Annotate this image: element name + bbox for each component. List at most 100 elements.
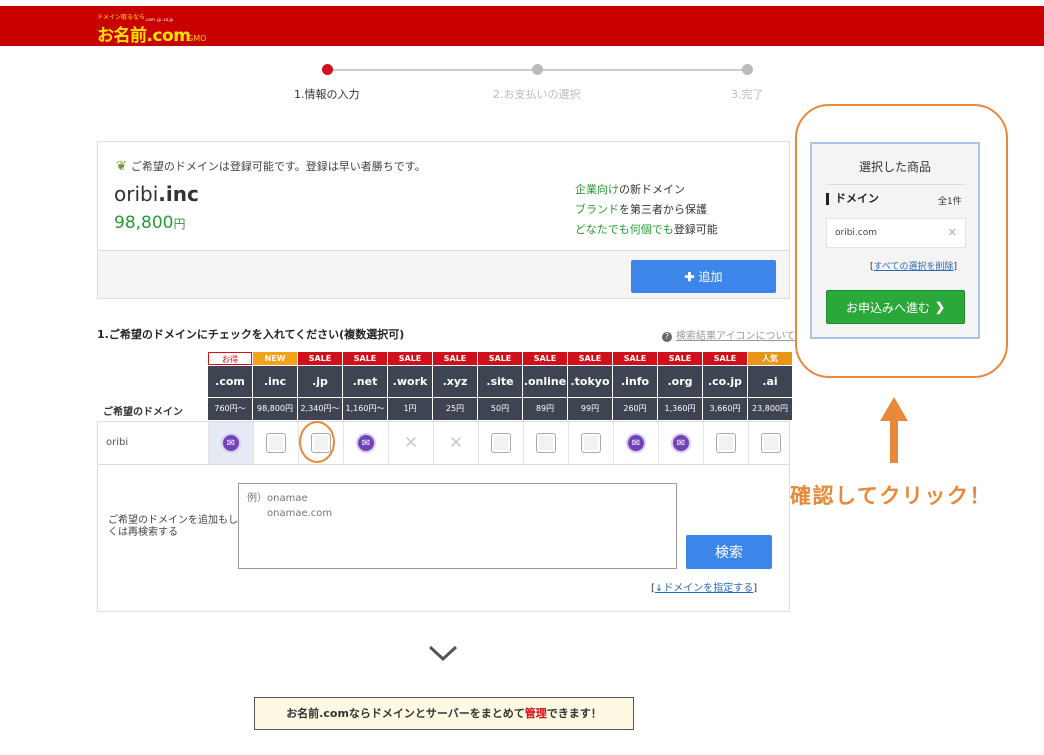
feature-item: ブランドを第三者から保護 bbox=[575, 200, 718, 220]
mail-icon[interactable]: ✉ bbox=[671, 433, 691, 453]
feature-highlight: 企業向け bbox=[575, 183, 619, 196]
feature-text: の新ドメイン bbox=[619, 183, 685, 196]
leaf-icon: ❦ bbox=[116, 159, 127, 174]
tld-header: .com bbox=[208, 366, 252, 397]
tld-header: .online bbox=[523, 366, 567, 397]
tld-price: 1,360円 bbox=[658, 398, 702, 420]
proceed-button[interactable]: お申込みへ進む ❯ bbox=[826, 290, 965, 324]
tld-price: 2,340円～ bbox=[298, 398, 342, 420]
tld-price: 89円 bbox=[523, 398, 567, 420]
search-button[interactable]: 検索 bbox=[686, 535, 772, 569]
domain-checkbox[interactable] bbox=[761, 433, 781, 453]
unavailable-icon: ✕ bbox=[448, 433, 464, 453]
chevron-down-icon[interactable] bbox=[428, 644, 458, 662]
search-result-card: ❦ ご希望のドメインは登録可能です。登録は早い者勝ちです。 oribi.inc 9… bbox=[97, 141, 790, 299]
add-button[interactable]: ✚ 追加 bbox=[631, 260, 776, 293]
step-1-label: 1.情報の入力 bbox=[294, 88, 360, 101]
domain-cell bbox=[253, 422, 298, 464]
tld-header: .jp bbox=[298, 366, 342, 397]
clear-selection-text[interactable]: すべての選択を削除 bbox=[874, 262, 954, 272]
domain-checkbox[interactable] bbox=[266, 433, 286, 453]
feature-highlight: ブランド bbox=[575, 203, 619, 216]
domain-cell: ✉ bbox=[613, 422, 658, 464]
price-unit: 円 bbox=[173, 217, 186, 231]
re-search-panel: ご希望のドメインを追加もしくは再検索する 検索 [↓ドメインを指定する] bbox=[97, 465, 790, 612]
step-2-dot bbox=[532, 64, 543, 75]
availability-message: ❦ ご希望のドメインは登録可能です。登録は早い者勝ちです。 bbox=[116, 158, 426, 174]
tld-price: 260円 bbox=[613, 398, 657, 420]
logo-gmo: GMO bbox=[187, 34, 207, 43]
domain-checkbox[interactable] bbox=[581, 433, 601, 453]
domain-cell bbox=[703, 422, 748, 464]
row-domain-name: oribi bbox=[106, 437, 129, 448]
banner-text: お名前.comならドメインとサーバーをまとめて bbox=[286, 707, 525, 720]
tld-badge: 人気 bbox=[748, 352, 792, 365]
tld-badge: SALE bbox=[703, 352, 747, 365]
banner-highlight: 管理 bbox=[524, 707, 547, 720]
annotation-text: 確認してクリック！ bbox=[790, 484, 992, 508]
clear-selection-link[interactable]: [すべての選択を削除] bbox=[870, 259, 957, 272]
specify-domain-link[interactable]: [↓ドメインを指定する] bbox=[651, 579, 757, 594]
tld-header: .org bbox=[658, 366, 702, 397]
tld-header: .inc bbox=[253, 366, 297, 397]
domain-cell: ✉ bbox=[343, 422, 388, 464]
section-title: 1.ご希望のドメインにチェックを入れてください(複数選択可) bbox=[97, 328, 405, 341]
feature-text: 登録可能 bbox=[673, 223, 718, 236]
promo-banner[interactable]: お名前.comならドメインとサーバーをまとめて管理できます！ bbox=[254, 697, 634, 730]
tld-badge: SALE bbox=[343, 352, 387, 365]
tld-header: .tokyo bbox=[568, 366, 612, 397]
step-3-dot bbox=[742, 64, 753, 75]
tld-badge: SALE bbox=[298, 352, 342, 365]
cart-title: 選択した商品 bbox=[858, 160, 931, 174]
domain-search-input[interactable] bbox=[238, 483, 677, 569]
cart-item-name: oribi.com bbox=[835, 228, 878, 238]
tld-badge: SALE bbox=[658, 352, 702, 365]
mail-icon[interactable]: ✉ bbox=[221, 433, 241, 453]
unavailable-icon: ✕ bbox=[403, 433, 419, 453]
remove-icon[interactable]: ✕ bbox=[948, 219, 957, 247]
chevron-right-icon: ❯ bbox=[934, 300, 946, 314]
plus-icon: ✚ bbox=[684, 269, 695, 284]
domain-checkbox[interactable] bbox=[536, 433, 556, 453]
bracket-close: ] bbox=[953, 262, 958, 272]
row-header-label: ご希望のドメイン bbox=[103, 407, 183, 418]
tld-header: .site bbox=[478, 366, 522, 397]
tld-header: .work bbox=[388, 366, 432, 397]
step-1-dot bbox=[322, 64, 333, 75]
domain-base: oribi bbox=[114, 182, 159, 206]
feature-list: 企業向けの新ドメイン ブランドを第三者から保護 どなたでも何個でも登録可能 bbox=[575, 180, 718, 240]
tld-price: 23,800円 bbox=[748, 398, 792, 420]
domain-cell: ✉ bbox=[208, 422, 253, 464]
price-value: 98,800 bbox=[114, 213, 174, 233]
proceed-label: お申込みへ進む bbox=[845, 300, 930, 315]
tld-badge: お得 bbox=[208, 352, 252, 365]
specify-domain-text[interactable]: ↓ドメインを指定する bbox=[655, 583, 753, 594]
logo-tagline: ドメイン取るなら bbox=[97, 14, 146, 21]
domain-checkbox[interactable] bbox=[491, 433, 511, 453]
feature-item: 企業向けの新ドメイン bbox=[575, 180, 718, 200]
mail-icon[interactable]: ✉ bbox=[626, 433, 646, 453]
cart-count: 全1件 bbox=[938, 197, 962, 207]
tld-price: 1,160円～ bbox=[343, 398, 387, 420]
arrow-up-icon bbox=[880, 397, 908, 463]
tld-price: 1円 bbox=[388, 398, 432, 420]
availability-text: ご希望のドメインは登録可能です。登録は早い者勝ちです。 bbox=[130, 160, 426, 173]
tld-price: 760円～ bbox=[208, 398, 252, 420]
domain-cell: ✉ bbox=[658, 422, 703, 464]
tld-badge: SALE bbox=[478, 352, 522, 365]
icon-help-link[interactable]: ? 検索結果アイコンについて bbox=[662, 327, 795, 342]
cart-item: oribi.com ✕ bbox=[826, 218, 966, 248]
domain-checkbox[interactable] bbox=[716, 433, 736, 453]
domain-cell: ✕ bbox=[388, 422, 433, 464]
tld-header: .info bbox=[613, 366, 657, 397]
divider bbox=[826, 184, 966, 185]
result-price: 98,800円 bbox=[114, 213, 186, 233]
tld-price: 99円 bbox=[568, 398, 612, 420]
help-link-text[interactable]: 検索結果アイコンについて bbox=[676, 331, 795, 342]
feature-highlight: どなたでも何個でも bbox=[575, 223, 674, 236]
step-2-label: 2.お支払いの選択 bbox=[493, 88, 581, 101]
header-bar: ドメイン取るなら .com .jp .co.jp お名前.com GMO bbox=[0, 6, 1044, 46]
tld-header: .ai bbox=[748, 366, 792, 397]
tld-header: .co.jp bbox=[703, 366, 747, 397]
mail-icon[interactable]: ✉ bbox=[356, 433, 376, 453]
